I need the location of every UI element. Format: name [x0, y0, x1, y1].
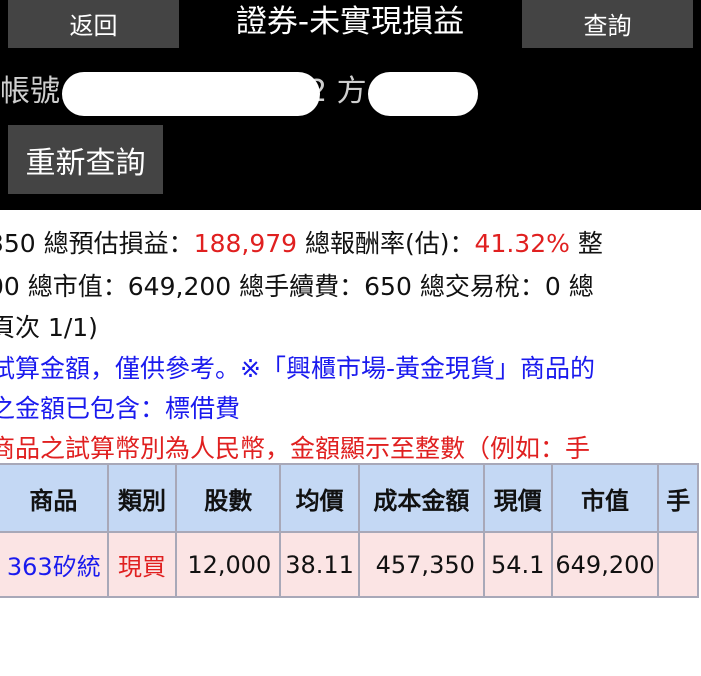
- holdings-table: 商品 類別 股數 均價 成本金額 現價 市值 手 363矽統 現買 12,000…: [0, 463, 699, 598]
- note-line-1: 試算金額，僅供參考。※「興櫃市場-黃金現貨」商品的: [0, 354, 595, 383]
- query-button[interactable]: 查詢: [522, 0, 693, 48]
- est-pl-label: 總預估損益：: [43, 229, 194, 258]
- requery-button[interactable]: 重新查詢: [8, 125, 163, 194]
- fee-label: 總手續費：: [239, 272, 365, 301]
- summary-row-2: 00 總市值：649,200 總手續費：650 總交易稅：0 總: [0, 270, 594, 304]
- page-indicator: 頁次 1/1): [0, 313, 98, 342]
- cell-shares: 12,000: [175, 531, 282, 598]
- col-header-type[interactable]: 類別: [106, 463, 178, 533]
- market-value-label: 總市值：: [27, 272, 128, 301]
- cell-product[interactable]: 363矽統: [0, 531, 109, 598]
- cell-current-price: 54.1: [482, 531, 553, 598]
- col-header-market-value[interactable]: 市值: [550, 463, 660, 533]
- col-header-avg-price[interactable]: 均價: [279, 463, 360, 533]
- redaction-mask: [368, 72, 478, 116]
- table-row[interactable]: 363矽統 現買 12,000 38.11 457,350 54.1 649,2…: [0, 531, 699, 598]
- col-header-cost[interactable]: 成本金額: [357, 463, 485, 533]
- col-header-product[interactable]: 商品: [0, 463, 109, 533]
- col-header-shares[interactable]: 股數: [175, 463, 282, 533]
- note-line-2: 之金額已包含：標借費: [0, 394, 241, 423]
- table-header-row: 商品 類別 股數 均價 成本金額 現價 市值 手: [0, 463, 699, 533]
- summary-tail: 總: [568, 272, 594, 301]
- market-value: 649,200: [127, 272, 232, 301]
- cell-market-value: 649,200: [550, 531, 660, 598]
- tax-value: 0: [544, 272, 561, 301]
- fee-value: 650: [364, 272, 412, 301]
- col-header-fee[interactable]: 手: [657, 463, 699, 533]
- cell-type: 現買: [106, 531, 178, 598]
- tax-label: 總交易稅：: [419, 272, 545, 301]
- return-value: 41.32%: [474, 229, 570, 258]
- summary-lead: 00: [0, 272, 20, 301]
- cell-avg-price: 38.11: [279, 531, 360, 598]
- cell-cost: 457,350: [357, 531, 485, 598]
- est-pl-value: 188,979: [193, 229, 298, 258]
- summary-tail: 整: [577, 229, 603, 258]
- summary-row-1: 350 總預估損益：188,979 總報酬率(估)：41.32% 整: [0, 227, 603, 261]
- page-title: 證券-未實現損益: [235, 4, 465, 40]
- cell-fee: [657, 531, 699, 598]
- summary-lead: 350: [0, 229, 36, 258]
- col-header-current-price[interactable]: 現價: [482, 463, 553, 533]
- back-button[interactable]: 返回: [8, 0, 179, 48]
- account-label: 帳號: [0, 74, 60, 109]
- top-bar: 返回 證券-未實現損益 查詢 帳號 2 方 重新查詢: [0, 0, 701, 210]
- redaction-mask: [62, 72, 320, 116]
- return-label: 總報酬率(估)：: [305, 229, 475, 258]
- note-line-3: 商品之試算幣別為人民幣，金額顯示至整數（例如：手: [0, 434, 591, 463]
